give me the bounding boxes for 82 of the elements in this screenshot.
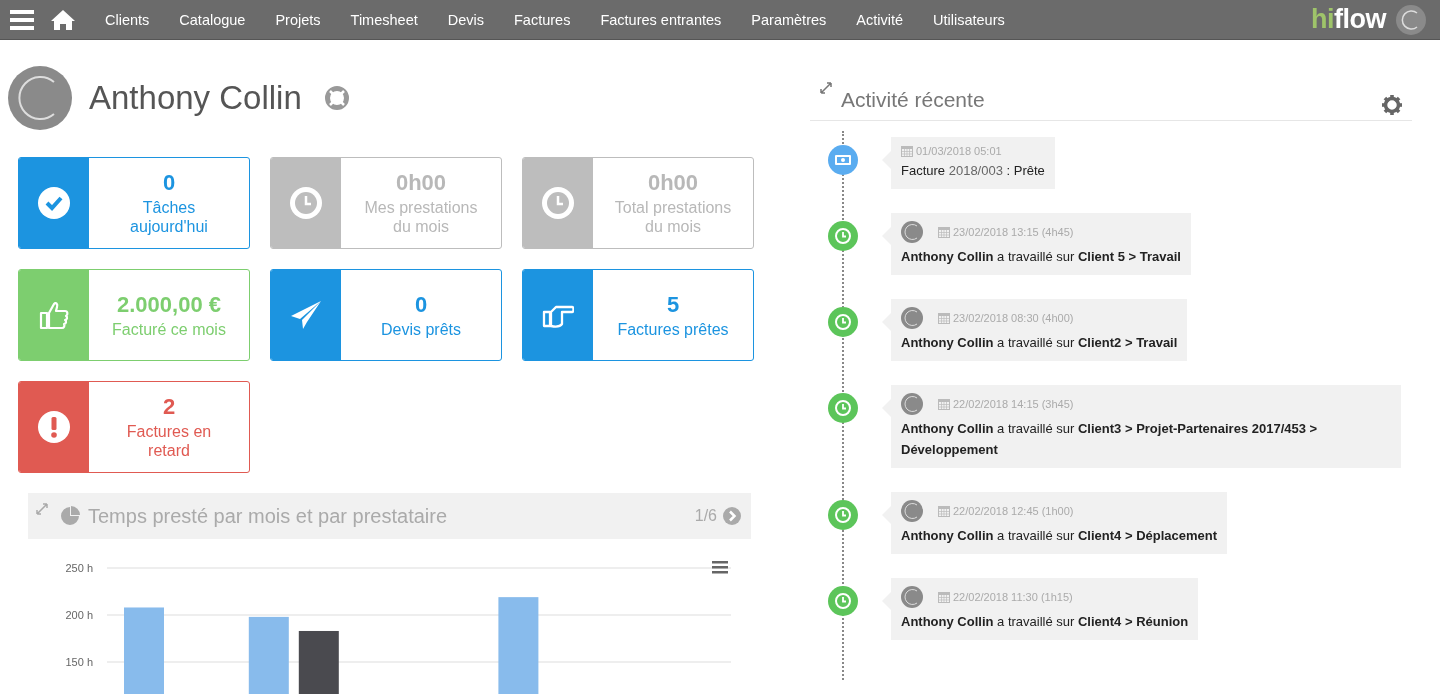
stat-value: 0 <box>414 291 428 318</box>
nav-link[interactable]: Clients <box>90 11 165 28</box>
stat-label: Facturé ce mois <box>112 319 226 339</box>
stat-card[interactable]: 0 Tâches aujourd'hui <box>18 157 250 249</box>
activity-date: 23/02/2018 08:30 (4h00) <box>953 312 1074 324</box>
user-avatar-icon <box>901 393 923 415</box>
menu-icon[interactable] <box>10 9 34 30</box>
stat-value: 0h00 <box>395 170 447 196</box>
stat-value: 5 <box>666 291 680 318</box>
nav-link[interactable]: Factures entrantes <box>585 11 737 28</box>
nav-link[interactable]: Utilisateurs <box>918 11 1020 28</box>
settings-icon[interactable] <box>1382 95 1402 115</box>
user-avatar-icon <box>901 221 923 243</box>
nav-link[interactable]: Timesheet <box>335 11 433 28</box>
stat-value: 0h00 <box>647 170 699 196</box>
bar <box>298 631 339 694</box>
avatar-icon <box>8 66 72 130</box>
activity-text: Facture 2018/003 : Prête <box>901 162 1045 180</box>
stat-label: Devis prêts <box>381 319 461 339</box>
chart-title: Temps presté par mois et par prestataire <box>88 504 449 528</box>
clock-icon <box>828 307 858 337</box>
stat-label: Factures en retard <box>125 422 213 460</box>
activity-date: 22/02/2018 12:45 (1h00) <box>953 505 1074 517</box>
stat-value: 2 <box>162 394 176 420</box>
stat-card[interactable]: 5 Factures prêtes <box>522 269 754 361</box>
calendar-icon <box>938 591 950 603</box>
stat-label: Mes prestations du mois <box>363 198 479 236</box>
axis-label: 200 h <box>65 609 93 621</box>
clock-icon <box>828 221 858 251</box>
user-avatar-icon <box>901 586 923 608</box>
activity-text: Anthony Collin a travaillé sur Client3 > Projet-Partenaires 2017/453 > Développement <box>901 420 1319 459</box>
pie-chart-icon <box>60 506 80 526</box>
activity-date: 23/02/2018 13:15 (4h45) <box>953 226 1074 238</box>
activity-text: Anthony Collin a travaillé sur Client2 > Travail <box>901 334 1178 352</box>
calendar-icon <box>938 226 950 238</box>
expand-icon <box>36 503 48 515</box>
home-icon[interactable] <box>50 8 76 31</box>
menu-icon[interactable] <box>712 561 728 574</box>
activity-date: 01/03/2018 05:01 <box>916 145 1002 157</box>
user-avatar-icon <box>901 307 923 329</box>
profile-name: Anthony Collin <box>89 79 302 117</box>
calendar-icon <box>938 398 950 410</box>
axis-label: 150 h <box>65 656 93 668</box>
banknote-icon <box>828 145 858 175</box>
check-circle-icon <box>38 187 70 219</box>
activity-text: Anthony Collin a travaillé sur Client 5 > Travail <box>901 248 1181 266</box>
section-title: Activité récente <box>841 88 985 112</box>
expand-icon <box>820 82 832 94</box>
nav-link[interactable]: Devis <box>432 11 499 28</box>
calendar-icon <box>938 505 950 517</box>
clock-icon <box>828 500 858 530</box>
user-avatar-icon <box>901 500 923 522</box>
nav-link[interactable]: Projets <box>260 11 336 28</box>
thumbs-up-icon <box>38 299 70 331</box>
activity-text: Anthony Collin a travaillé sur Client4 > Déplacement <box>901 527 1218 545</box>
paper-plane-icon <box>290 299 322 331</box>
stat-card[interactable]: 0 Devis prêts <box>270 269 502 361</box>
stat-card[interactable]: 2 Factures en retard <box>18 381 250 473</box>
user-avatar-icon[interactable] <box>1396 4 1426 35</box>
nav-link[interactable]: Catalogue <box>164 11 261 28</box>
stat-label: Tâches aujourd'hui <box>129 198 209 236</box>
clock-icon <box>290 187 322 219</box>
calendar-icon <box>901 145 913 157</box>
activity-text: Anthony Collin a travaillé sur Client4 > Réunion <box>901 613 1189 631</box>
nav-link[interactable]: Activité <box>841 11 919 28</box>
nav-link[interactable]: Factures <box>499 11 586 28</box>
clock-icon <box>542 187 574 219</box>
clock-icon <box>828 393 858 423</box>
stat-label: Factures prêtes <box>617 319 729 339</box>
stat-label: Total prestations du mois <box>613 198 733 236</box>
calendar-icon <box>938 312 950 324</box>
axis-label: 250 h <box>65 562 93 574</box>
activity-date: 22/02/2018 11:30 (1h15) <box>953 591 1073 603</box>
activity-date: 22/02/2018 14:15 (3h45) <box>953 398 1074 410</box>
stat-value: 0 <box>162 170 176 196</box>
stat-value: 2.000,00 € <box>117 291 221 318</box>
lifebuoy-icon <box>323 85 350 111</box>
pager-text: 1/6 <box>694 507 717 525</box>
logo: hiflow <box>1311 4 1386 35</box>
clock-icon <box>828 586 858 616</box>
nav-link[interactable]: Paramètres <box>736 11 842 28</box>
exclamation-circle-icon <box>38 411 70 443</box>
